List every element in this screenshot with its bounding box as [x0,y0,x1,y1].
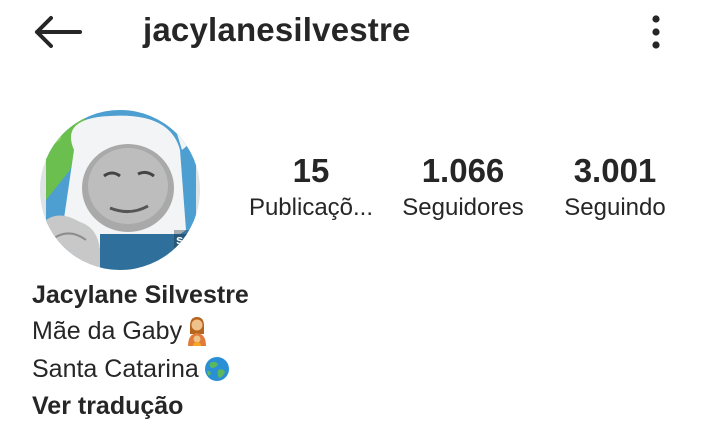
bio-line-2: Santa Catarina [32,350,632,388]
see-translation-link[interactable]: Ver tradução [32,388,632,424]
back-button[interactable] [30,10,84,54]
arrow-left-icon [35,16,82,48]
profile-full-name: Jacylane Silvestre [32,281,249,309]
posts-label: Publicaçõ... [248,194,374,221]
stat-posts[interactable]: 15 Publicaçõ... [236,150,386,224]
following-label: Seguindo [564,194,666,221]
globe-emoji [203,355,231,383]
profile-bio: Jacylane Silvestre Mãe da Gaby Santa Cat… [32,278,632,424]
bio-line-1-text: Mãe da Gaby [32,317,183,345]
following-count: 3.001 [573,152,657,189]
avatar-image: se [40,110,200,270]
avatar-overlay-text: se [176,232,190,247]
header-username: jacylanesilvestre [143,11,411,48]
profile-header: jacylanesilvestre [0,0,720,64]
mother-child-emoji [186,316,208,346]
more-options-button[interactable] [636,8,676,56]
posts-count: 15 [292,152,330,189]
stat-followers[interactable]: 1.066 Seguidores [390,150,536,224]
vertical-ellipsis-icon [652,15,660,49]
bio-line-1: Mãe da Gaby [32,312,632,350]
followers-label: Seguidores [402,194,524,221]
profile-stats: 15 Publicaçõ... 1.066 Seguidores 3.001 S… [232,150,692,240]
followers-count: 1.066 [421,152,505,189]
profile-avatar[interactable]: se [40,110,200,270]
stat-following[interactable]: 3.001 Seguindo [552,150,678,224]
bio-line-2-text: Santa Catarina [32,355,199,383]
